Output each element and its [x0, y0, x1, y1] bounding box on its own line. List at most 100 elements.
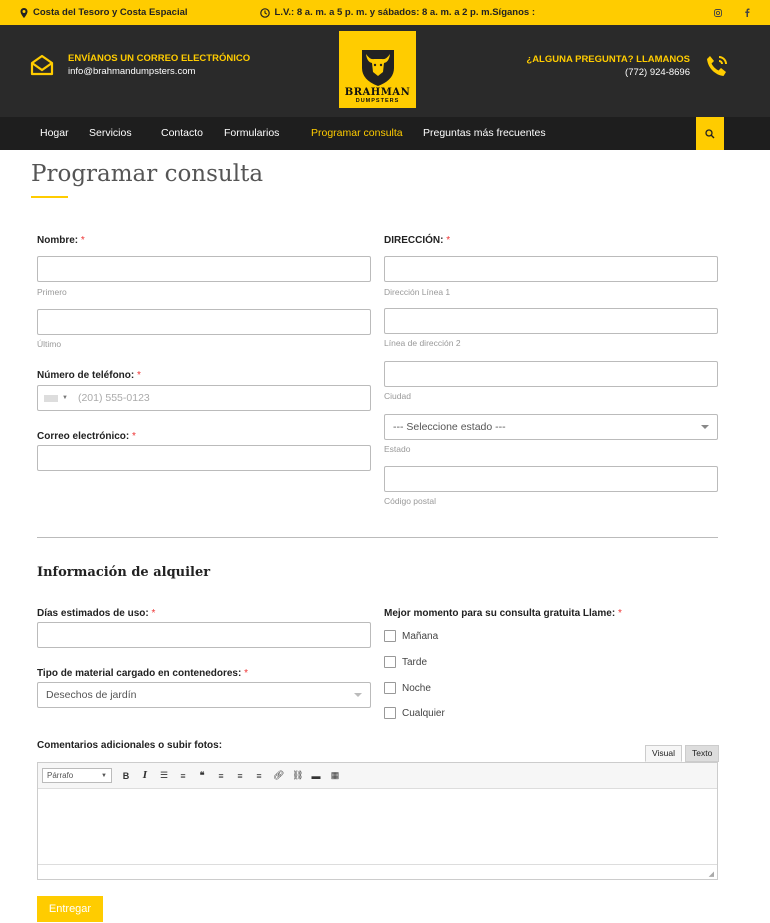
instagram-icon[interactable]: [714, 8, 722, 17]
country-flag-icon[interactable]: [44, 394, 58, 402]
country-caret-icon: ▼: [62, 395, 68, 401]
nav-item-programar-consulta[interactable]: Programar consulta: [311, 127, 403, 139]
submit-button[interactable]: Entregar: [37, 896, 103, 922]
main-nav: Hogar Servicios Contacto Formularios Pro…: [0, 117, 770, 150]
nav-item-contacto[interactable]: Contacto: [161, 127, 203, 139]
top-bar: Costa del Tesoro y Costa Espacial L.V.: …: [0, 0, 770, 25]
address-line1-sublabel: Dirección Línea 1: [384, 287, 451, 297]
numbered-list-icon[interactable]: ≡: [178, 771, 188, 781]
email-address[interactable]: info@brahmandumpsters.com: [68, 66, 250, 77]
phone-input[interactable]: ▼ (201) 555-0123: [37, 385, 371, 411]
bullet-list-icon[interactable]: ☰: [159, 770, 169, 781]
site-header: ENVÍANOS UN CORREO ELECTRÓNICO info@brah…: [0, 25, 770, 117]
align-left-icon[interactable]: ≡: [216, 771, 226, 781]
address-line2-input[interactable]: [384, 308, 718, 334]
address-label: DIRECCIÓN: *: [384, 235, 451, 246]
comments-label: Comentarios adicionales o subir fotos:: [37, 740, 223, 751]
nav-item-preguntas[interactable]: Preguntas más frecuentes: [423, 127, 546, 139]
social-links: [714, 8, 750, 17]
state-select-value: --- Seleccione estado ---: [393, 421, 506, 433]
page-title: Programar consulta: [31, 161, 264, 187]
address-line1-input[interactable]: [384, 256, 718, 282]
align-right-icon[interactable]: ≡: [254, 771, 264, 781]
read-more-icon[interactable]: ▬: [311, 771, 321, 781]
first-name-sublabel: Primero: [37, 287, 67, 297]
phone-label: Número de teléfono: *: [37, 370, 141, 381]
checkbox[interactable]: [384, 630, 396, 642]
comments-editor[interactable]: Párrafo ▼ B I ☰ ≡ ❝ ≡ ≡ ≡ 🔗︎ ⛓︎ ▬ ▦ ◢: [37, 762, 718, 880]
phone-icon: [707, 56, 727, 76]
phone-number[interactable]: (772) 924-8696: [526, 67, 690, 78]
blockquote-icon[interactable]: ❝: [197, 770, 207, 781]
state-sublabel: Estado: [384, 444, 411, 454]
paragraph-format-value: Párrafo: [47, 771, 74, 780]
nav-item-formularios[interactable]: Formularios: [224, 127, 279, 139]
chevron-down-icon: [354, 693, 362, 697]
chevron-down-icon: [701, 425, 709, 429]
tab-visual[interactable]: Visual: [645, 745, 682, 762]
hours-info: L.V.: 8 a. m. a 5 p. m. y sábados: 8 a. …: [259, 7, 535, 18]
bull-logo-icon: [361, 50, 394, 86]
phone-placeholder: (201) 555-0123: [77, 392, 150, 404]
chevron-down-icon: ▼: [101, 772, 107, 779]
last-name-sublabel: Último: [37, 339, 62, 349]
phone-title: ¿ALGUNA PREGUNTA? LLAMANOS: [526, 54, 690, 65]
envelope-icon: [30, 54, 54, 76]
time-option-cualquier[interactable]: Cualquier: [384, 707, 445, 719]
phone-contact[interactable]: ¿ALGUNA PREGUNTA? LLAMANOS (772) 924-869…: [526, 53, 730, 79]
email-input[interactable]: [37, 445, 371, 471]
unlink-icon[interactable]: ⛓︎: [292, 770, 303, 781]
align-center-icon[interactable]: ≡: [235, 771, 245, 781]
material-select[interactable]: Desechos de jardín: [37, 682, 371, 708]
state-select[interactable]: --- Seleccione estado ---: [384, 414, 718, 440]
search-icon: [705, 128, 715, 138]
time-option-label: Mañana: [402, 630, 439, 642]
clock-icon: [259, 7, 270, 18]
email-contact[interactable]: ENVÍANOS UN CORREO ELECTRÓNICO info@brah…: [30, 53, 250, 77]
logo-text: BRAHMAN: [344, 87, 411, 98]
italic-icon[interactable]: I: [140, 771, 150, 781]
name-label: Nombre: *: [37, 235, 85, 246]
location-info: Costa del Tesoro y Costa Espacial: [20, 7, 188, 18]
checkbox[interactable]: [384, 707, 396, 719]
zip-input[interactable]: [384, 466, 718, 492]
address-line2-sublabel: Línea de dirección 2: [384, 338, 461, 348]
days-input[interactable]: [37, 622, 371, 648]
city-sublabel: Ciudad: [384, 391, 411, 401]
toolbar-toggle-icon[interactable]: ▦: [330, 770, 340, 781]
facebook-icon[interactable]: [744, 8, 750, 17]
time-option-label: Tarde: [402, 656, 428, 668]
site-logo[interactable]: BRAHMAN DUMPSTERS: [339, 31, 416, 108]
material-label: Tipo de material cargado en contenedores…: [37, 668, 248, 679]
location-text: Costa del Tesoro y Costa Espacial: [33, 7, 188, 18]
tab-text[interactable]: Texto: [685, 745, 720, 762]
logo-subtext: DUMPSTERS: [355, 98, 400, 104]
title-underline: [31, 196, 68, 198]
paragraph-format-select[interactable]: Párrafo ▼: [42, 768, 112, 783]
days-label: Días estimados de uso: *: [37, 608, 156, 619]
checkbox[interactable]: [384, 656, 396, 668]
editor-statusbar: ◢: [38, 864, 717, 879]
email-label: Correo electrónico: *: [37, 431, 136, 442]
link-icon[interactable]: 🔗︎: [273, 770, 284, 781]
time-option-label: Noche: [402, 682, 431, 694]
checkbox[interactable]: [384, 682, 396, 694]
bold-icon[interactable]: B: [121, 771, 131, 781]
nav-item-hogar[interactable]: Hogar: [40, 127, 69, 139]
nav-item-servicios[interactable]: Servicios: [89, 127, 132, 139]
best-time-label: Mejor momento para su consulta gratuita …: [384, 608, 622, 619]
last-name-input[interactable]: [37, 309, 371, 335]
email-title: ENVÍANOS UN CORREO ELECTRÓNICO: [68, 53, 251, 64]
time-option-label: Cualquier: [402, 707, 445, 719]
city-input[interactable]: [384, 361, 718, 387]
hours-text: L.V.: 8 a. m. a 5 p. m. y sábados: 8 a. …: [274, 7, 535, 18]
time-option-tarde[interactable]: Tarde: [384, 656, 427, 668]
resize-handle-icon[interactable]: ◢: [709, 870, 714, 878]
zip-sublabel: Código postal: [384, 496, 436, 506]
editor-toolbar: Párrafo ▼ B I ☰ ≡ ❝ ≡ ≡ ≡ 🔗︎ ⛓︎ ▬ ▦: [38, 763, 717, 789]
time-option-noche[interactable]: Noche: [384, 682, 431, 694]
search-button[interactable]: [696, 117, 724, 150]
time-option-manana[interactable]: Mañana: [384, 630, 438, 642]
rental-section-title: Información de alquiler: [37, 565, 211, 580]
first-name-input[interactable]: [37, 256, 371, 282]
